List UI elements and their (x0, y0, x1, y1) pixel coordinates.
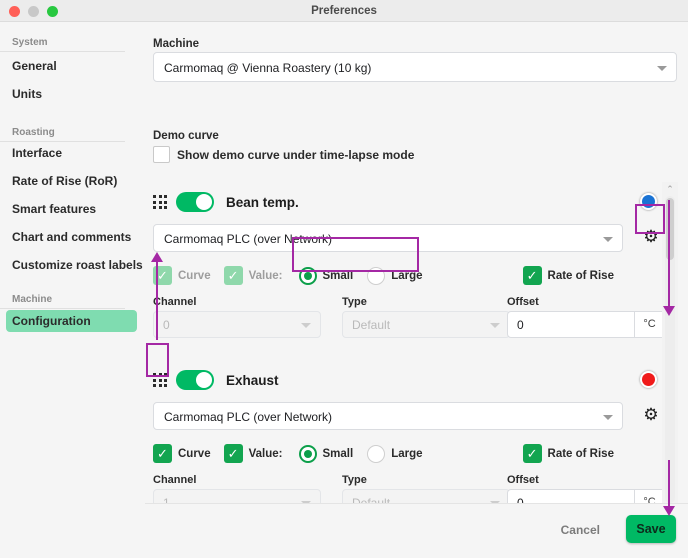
channel-field-group-bean-temp: Channel 0 (153, 296, 321, 338)
value-size-large-radio-bean-temp[interactable] (367, 266, 386, 285)
type-field-label-bean-temp: Type (342, 296, 367, 308)
value-size-small-label-exhaust: Small (322, 447, 354, 460)
annotation-arrow-line-up (156, 262, 158, 340)
demo-curve-row: Show demo curve under time-lapse mode (153, 146, 414, 163)
chevron-down-icon (657, 66, 667, 71)
value-label-exhaust: Value: (248, 447, 283, 460)
sidebar-item-rate-of-rise[interactable]: Rate of Rise (RoR) (6, 170, 137, 192)
machine-select[interactable]: Carmomaq @ Vienna Roastery (10 kg) (153, 52, 677, 82)
gear-icon-bean-temp[interactable]: ⚙ (640, 226, 662, 248)
main-content: Machine Carmomaq @ Vienna Roastery (10 k… (145, 22, 688, 558)
sidebar-group-roasting: Roasting (0, 127, 125, 142)
device-select-exhaust[interactable]: Carmomaq PLC (over Network) (153, 402, 623, 430)
offset-unit-bean-temp: °C (634, 312, 664, 337)
channel-field-label-bean-temp: Channel (153, 296, 197, 308)
channel-list-scroll-region: Bean temp. Carmomaq PLC (over Network) ⚙… (145, 182, 688, 517)
type-field-group-bean-temp: Type Default (342, 296, 510, 338)
machine-selected-value: Carmomaq @ Vienna Roastery (10 kg) (164, 61, 372, 75)
offset-value-bean-temp: 0 (517, 318, 524, 332)
device-row-exhaust: Carmomaq PLC (over Network) ⚙ (153, 402, 659, 430)
sidebar-item-smart-features[interactable]: Smart features (6, 198, 137, 220)
type-field-label-exhaust: Type (342, 474, 367, 486)
value-checkbox-exhaust[interactable]: ✓ (223, 444, 243, 463)
drag-handle-icon-exhaust[interactable] (153, 372, 167, 388)
offset-field-label-exhaust: Offset (507, 474, 539, 486)
curve-checkbox-exhaust[interactable]: ✓ (153, 444, 172, 463)
chevron-down-icon (301, 323, 311, 328)
machine-label: Machine (153, 38, 200, 50)
value-label-bean-temp: Value: (248, 269, 283, 282)
sidebar-item-chart-and-comments[interactable]: Chart and comments (6, 226, 137, 248)
drag-handle-icon-bean-temp[interactable] (153, 194, 167, 210)
value-size-large-label-exhaust: Large (391, 447, 423, 460)
window-title: Preferences (311, 5, 377, 17)
chevron-down-icon (490, 323, 500, 328)
channel-header-exhaust: Exhaust (153, 370, 279, 390)
value-checkbox-bean-temp[interactable]: ✓ (223, 266, 243, 285)
scroll-up-arrow-icon[interactable]: ⌃ (662, 182, 678, 196)
offset-input-bean-temp[interactable]: 0 °C (507, 311, 665, 338)
show-demo-curve-checkbox[interactable] (153, 146, 170, 163)
device-selected-value-exhaust: Carmomaq PLC (over Network) (164, 410, 333, 424)
annotation-arrow-head-scrollbar (663, 306, 675, 316)
sidebar: System General Units Roasting Interface … (0, 22, 145, 558)
channel-name-bean-temp: Bean temp. (226, 194, 299, 210)
curve-label-bean-temp: Curve (178, 269, 211, 282)
preferences-window: Preferences System General Units Roastin… (0, 0, 688, 558)
rate-of-rise-label-exhaust: Rate of Rise (547, 447, 614, 460)
value-size-large-label-bean-temp: Large (391, 269, 423, 282)
channel-value-bean-temp: 0 (163, 318, 170, 332)
channel-toggle-exhaust[interactable] (176, 370, 214, 390)
sidebar-item-customize-roast-labels[interactable]: Customize roast labels (6, 254, 143, 276)
save-button[interactable]: Save (626, 515, 676, 543)
value-size-large-radio-exhaust[interactable] (367, 444, 386, 463)
offset-field-label-bean-temp: Offset (507, 296, 539, 308)
annotation-arrow-line-save (668, 460, 670, 508)
channel-field-label-exhaust: Channel (153, 474, 197, 486)
rate-of-rise-checkbox-exhaust[interactable]: ✓ (522, 444, 542, 463)
channel-name-exhaust: Exhaust (226, 372, 279, 388)
value-size-small-label-bean-temp: Small (322, 269, 354, 282)
type-select-bean-temp[interactable]: Default (342, 311, 510, 338)
gear-icon-exhaust[interactable]: ⚙ (640, 404, 662, 426)
device-select-bean-temp[interactable]: Carmomaq PLC (over Network) (153, 224, 623, 252)
type-value-bean-temp: Default (352, 318, 391, 332)
footer-bar: Cancel Save (145, 503, 688, 558)
window-titlebar: Preferences (0, 0, 688, 22)
offset-field-group-bean-temp: Offset 0 °C (507, 296, 665, 338)
rate-of-rise-checkbox-bean-temp[interactable]: ✓ (522, 266, 542, 285)
curve-label-exhaust: Curve (178, 447, 211, 460)
options-row-bean-temp: ✓ Curve ✓ Value: Small Large ✓ Rate of R… (153, 266, 614, 285)
value-size-small-radio-exhaust[interactable] (298, 444, 317, 463)
sidebar-item-configuration[interactable]: Configuration (6, 310, 137, 332)
chevron-down-icon (603, 237, 613, 242)
rate-of-rise-label-bean-temp: Rate of Rise (547, 269, 614, 282)
value-size-small-radio-bean-temp[interactable] (298, 266, 317, 285)
annotation-arrow-line-scrollbar (668, 200, 670, 308)
sidebar-group-machine: Machine (0, 294, 125, 309)
sidebar-item-units[interactable]: Units (6, 83, 137, 105)
annotation-arrow-head-save (663, 506, 675, 516)
sidebar-group-system: System (0, 37, 125, 52)
device-row-bean-temp: Carmomaq PLC (over Network) ⚙ (153, 224, 659, 252)
options-row-exhaust: ✓ Curve ✓ Value: Small Large ✓ Rate of R… (153, 444, 614, 463)
device-selected-value-bean-temp: Carmomaq PLC (over Network) (164, 232, 333, 246)
scrollbar-track[interactable] (665, 196, 675, 503)
sidebar-item-interface[interactable]: Interface (6, 142, 137, 164)
annotation-arrow-head-up (151, 252, 163, 262)
channel-color-swatch-exhaust[interactable] (640, 371, 657, 388)
channel-toggle-bean-temp[interactable] (176, 192, 214, 212)
sidebar-item-general[interactable]: General (6, 55, 137, 77)
channel-header-bean-temp: Bean temp. (153, 192, 299, 212)
cancel-button[interactable]: Cancel (561, 523, 600, 537)
chevron-down-icon (603, 415, 613, 420)
demo-curve-label: Demo curve (153, 130, 219, 142)
channel-select-bean-temp[interactable]: 0 (153, 311, 321, 338)
vertical-scrollbar[interactable]: ⌃ ⌄ (662, 182, 678, 517)
show-demo-curve-label: Show demo curve under time-lapse mode (177, 147, 415, 162)
channel-color-swatch-bean-temp[interactable] (640, 193, 657, 210)
